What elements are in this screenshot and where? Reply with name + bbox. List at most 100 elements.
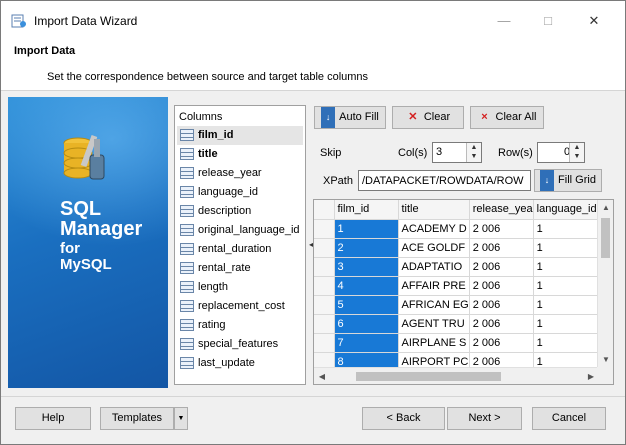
grid-cell[interactable]: ADAPTATIO [398,257,470,277]
grid-cell[interactable]: AGENT TRU [398,314,470,334]
grid-cell[interactable]: 7 [334,333,399,353]
grid-cell[interactable]: 1 [533,257,598,277]
grid-cell[interactable]: ACE GOLDF [398,238,470,258]
grid-column-header[interactable]: release_yea [469,200,534,220]
column-item[interactable]: title [177,145,303,164]
table-row[interactable]: 4AFFAIR PRE2 0061A [314,276,612,296]
wizard-footer: Help Templates ▼ < Back Next > Cancel [1,396,625,444]
minimize-button[interactable]: — [489,9,519,33]
table-column-icon [180,186,194,198]
grid-cell[interactable]: 4 [334,276,399,296]
column-item[interactable]: rating [177,316,303,335]
brand-line-sql: SQL [60,198,102,220]
scroll-left-icon[interactable]: ◀ [314,368,330,384]
scroll-up-icon[interactable]: ▲ [598,200,613,216]
cancel-button[interactable]: Cancel [532,407,606,430]
spinner-arrows-icon[interactable]: ▲ ▼ [569,143,584,162]
column-item[interactable]: special_features [177,335,303,354]
column-item[interactable]: release_year [177,164,303,183]
grid-cell[interactable]: 2 006 [469,276,534,296]
grid-cell[interactable]: 1 [533,295,598,315]
column-item-label: language_id [198,186,258,198]
column-item-label: length [198,281,228,293]
grid-cell[interactable]: 2 006 [469,295,534,315]
column-item[interactable]: rental_duration [177,240,303,259]
grid-cell[interactable]: AIRPLANE S [398,333,470,353]
grid-column-header[interactable]: film_id [334,200,399,220]
grid-column-header[interactable]: title [398,200,470,220]
vertical-scroll-thumb[interactable] [601,218,610,258]
grid-cell[interactable]: 1 [533,276,598,296]
fill-grid-button[interactable]: ↓ Fill Grid [534,169,602,192]
grid-horizontal-scrollbar[interactable]: ◀ ▶ [314,367,599,384]
back-button[interactable]: < Back [362,407,445,430]
data-grid[interactable]: film_id title release_yea language_id o … [313,199,614,385]
grid-cell[interactable]: 2 006 [469,219,534,239]
grid-cell[interactable]: ACADEMY D [398,219,470,239]
column-item[interactable]: last_update [177,354,303,373]
templates-button[interactable]: Templates [100,407,174,430]
maximize-button[interactable]: □ [533,9,563,33]
grid-cell[interactable]: 2 006 [469,314,534,334]
grid-cell[interactable]: 3 [334,257,399,277]
grid-cell[interactable]: 5 [334,295,399,315]
chevron-down-icon: ▼ [177,415,185,422]
column-item[interactable]: film_id [177,126,303,145]
next-button[interactable]: Next > [447,407,522,430]
table-row[interactable]: 7AIRPLANE S2 0061A [314,333,612,353]
templates-dropdown-button[interactable]: ▼ [174,407,188,430]
horizontal-scroll-thumb[interactable] [356,372,501,381]
close-button[interactable]: ✕ [579,9,609,33]
grid-cell[interactable]: AFFAIR PRE [398,276,470,296]
table-column-icon [180,167,194,179]
grid-cell[interactable]: 6 [334,314,399,334]
column-item[interactable]: language_id [177,183,303,202]
grid-cell[interactable]: 2 [334,238,399,258]
grid-column-header[interactable]: language_id [533,200,598,220]
help-button[interactable]: Help [15,407,91,430]
wizard-app-icon [11,14,26,28]
xpath-field[interactable] [358,170,531,191]
grid-cell[interactable]: 2 006 [469,257,534,277]
grid-cell[interactable]: 2 006 [469,238,534,258]
grid-cell[interactable]: 1 [533,333,598,353]
table-row[interactable]: 6AGENT TRU2 0061A [314,314,612,334]
row-indicator [314,295,335,315]
brand-line-for: for [60,240,80,257]
column-item[interactable]: original_language_id [177,221,303,240]
table-row[interactable]: 3ADAPTATIO2 0061A [314,257,612,277]
column-item[interactable]: rental_rate [177,259,303,278]
column-item[interactable]: description [177,202,303,221]
grid-vertical-scrollbar[interactable]: ▲ ▼ [597,200,613,368]
rows-spinner[interactable]: 0 ▲ ▼ [537,142,585,163]
title-bar: Import Data Wizard — □ ✕ [1,1,625,41]
brand-line-mysql: MySQL [60,256,112,273]
column-item[interactable]: length [177,278,303,297]
window-title: Import Data Wizard [34,14,138,28]
xpath-input[interactable] [359,171,530,190]
auto-fill-button[interactable]: ↓ Auto Fill [314,106,386,129]
rows-label: Row(s) [498,147,533,159]
column-item-label: special_features [198,338,279,350]
grid-cell[interactable]: 1 [533,238,598,258]
grid-cell[interactable]: 1 [533,219,598,239]
database-tools-icon [63,134,105,180]
brand-line-manager: Manager [60,218,143,240]
clear-button[interactable]: ✕ Clear [392,106,464,129]
table-row[interactable]: 1ACADEMY D2 0061A [314,219,612,239]
cols-spinner[interactable]: 3 ▲ ▼ [432,142,482,163]
spinner-arrows-icon[interactable]: ▲ ▼ [466,143,481,162]
table-row[interactable]: 2ACE GOLDF2 0061A [314,238,612,258]
column-item[interactable]: replacement_cost [177,297,303,316]
table-row[interactable]: 5AFRICAN EG2 0061A [314,295,612,315]
grid-cell[interactable]: 1 [533,314,598,334]
columns-list[interactable]: Columns film_id title release_year langu… [174,105,306,385]
column-item-label: rental_duration [198,243,272,255]
scrollbar-corner [597,367,613,384]
grid-cell[interactable]: 2 006 [469,333,534,353]
grid-cell[interactable]: 1 [334,219,399,239]
scroll-down-icon[interactable]: ▼ [598,352,613,368]
table-column-icon [180,281,194,293]
grid-cell[interactable]: AFRICAN EG [398,295,470,315]
clear-all-button[interactable]: × Clear All [470,106,544,129]
